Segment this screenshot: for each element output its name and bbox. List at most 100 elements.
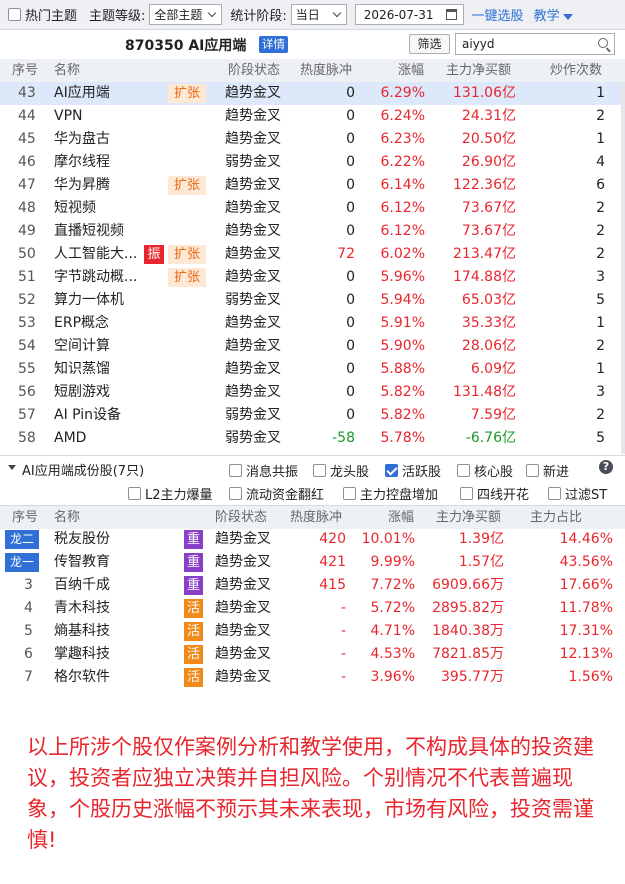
detail-button[interactable]: 详情 [259, 36, 288, 53]
stock-name[interactable]: 税友股份 [54, 528, 110, 551]
filter-button[interactable]: 筛选 [409, 34, 450, 54]
topic-name[interactable]: 短视频 [54, 197, 96, 220]
table-row[interactable]: 48 短视频 趋势金叉 0 6.12% 73.67亿 2 [0, 197, 625, 220]
checkbox[interactable] [457, 464, 470, 477]
stock-name[interactable]: 格尔软件 [54, 666, 110, 689]
topic-name[interactable]: 字节跳动概... [54, 266, 137, 289]
topics-scrollbar[interactable] [621, 82, 625, 454]
table-row[interactable]: 49 直播短视频 趋势金叉 0 6.12% 73.67亿 2 [0, 220, 625, 243]
teach-link[interactable]: 教学 [534, 5, 573, 24]
topic-name[interactable]: 华为昇腾 [54, 174, 110, 197]
stock-name[interactable]: 熵基科技 [54, 620, 110, 643]
topic-name[interactable]: AMD [54, 427, 86, 450]
checkbox[interactable] [229, 487, 242, 500]
filter-option[interactable]: 过滤ST [548, 484, 607, 503]
stage-status: 趋势金叉 [215, 600, 271, 616]
filter-option[interactable]: 新进 [526, 461, 569, 480]
col-header-ratio[interactable]: 主力占比 [530, 506, 582, 529]
table-row[interactable]: 43 AI应用端 扩张 趋势金叉 0 6.29% 131.06亿 1 [0, 82, 625, 105]
search-input[interactable]: aiyyd [455, 33, 615, 55]
col-header-name[interactable]: 名称 [54, 506, 80, 529]
col-header-change[interactable]: 涨幅 [388, 506, 414, 529]
help-icon[interactable]: ? [599, 460, 613, 474]
col-header-heat[interactable]: 热度脉冲 [300, 59, 352, 82]
table-row[interactable]: 54 空间计算 趋势金叉 0 5.90% 28.06亿 2 [0, 335, 625, 358]
filter-option[interactable]: 核心股 [457, 461, 513, 480]
filter-option[interactable]: 四线开花 [460, 484, 529, 503]
filter-option[interactable]: 流动资金翻红 [229, 484, 324, 503]
table-row[interactable]: 57 AI Pin设备 弱势金叉 0 5.82% 7.59亿 2 [0, 404, 625, 427]
topic-name[interactable]: 人工智能大... [54, 243, 137, 266]
filter-option[interactable]: 主力控盘增加 [343, 484, 438, 503]
key-stock-badge: 重 [184, 576, 203, 595]
topic-name[interactable]: VPN [54, 105, 83, 128]
stock-name[interactable]: 掌趣科技 [54, 643, 110, 666]
col-header-net-buy[interactable]: 主力净买额 [446, 59, 511, 82]
filter-option[interactable]: 活跃股 [385, 461, 441, 480]
topic-name[interactable]: 直播短视频 [54, 220, 124, 243]
checkbox[interactable] [526, 464, 539, 477]
table-row[interactable]: 58 AMD 弱势金叉 -58 5.78% -6.76亿 5 [0, 427, 625, 450]
topic-name[interactable]: AI应用端 [54, 82, 110, 105]
vibration-badge: 振 [144, 245, 164, 264]
table-row[interactable]: 龙二 税友股份 重趋势金叉 420 10.01% 1.39亿 14.46% [0, 528, 625, 551]
expand-badge: 扩张 [168, 176, 207, 195]
calendar-icon[interactable] [445, 9, 457, 20]
table-row[interactable]: 7 格尔软件 活趋势金叉 - 3.96% 395.77万 1.56% [0, 666, 625, 689]
col-header-status[interactable]: 阶段状态 [215, 506, 267, 529]
col-header-name[interactable]: 名称 [54, 59, 80, 82]
table-row[interactable]: 46 摩尔线程 弱势金叉 0 6.22% 26.90亿 4 [0, 151, 625, 174]
period-select[interactable]: 当日 [290, 4, 347, 25]
table-row[interactable]: 44 VPN 趋势金叉 0 6.24% 24.31亿 2 [0, 105, 625, 128]
table-row[interactable]: 4 青木科技 活趋势金叉 - 5.72% 2895.82万 11.78% [0, 597, 625, 620]
stock-name[interactable]: 传智教育 [54, 551, 110, 574]
checkbox[interactable] [548, 487, 561, 500]
table-row[interactable]: 51 字节跳动概... 扩张 趋势金叉 0 5.96% 174.88亿 3 [0, 266, 625, 289]
filter-option[interactable]: 龙头股 [313, 461, 369, 480]
table-row[interactable]: 6 掌趣科技 活趋势金叉 - 4.53% 7821.85万 12.13% [0, 643, 625, 666]
table-row[interactable]: 3 百纳千成 重趋势金叉 415 7.72% 6909.66万 17.66% [0, 574, 625, 597]
date-picker[interactable]: 2026-07-31 [354, 4, 464, 25]
table-row[interactable]: 50 人工智能大... 振扩张 趋势金叉 72 6.02% 213.47亿 2 [0, 243, 625, 266]
checkbox[interactable] [229, 464, 242, 477]
table-row[interactable]: 52 算力一体机 弱势金叉 0 5.94% 65.03亿 5 [0, 289, 625, 312]
topic-name[interactable]: AI Pin设备 [54, 404, 121, 427]
topic-name[interactable]: 知识蒸馏 [54, 358, 110, 381]
col-header-no[interactable]: 序号 [12, 59, 38, 82]
table-row[interactable]: 47 华为昇腾 扩张 趋势金叉 0 6.14% 122.36亿 6 [0, 174, 625, 197]
collapse-triangle-icon[interactable] [8, 465, 16, 470]
one-click-select-link[interactable]: 一键选股 [472, 5, 524, 24]
table-row[interactable]: 龙一 传智教育 重趋势金叉 421 9.99% 1.57亿 43.56% [0, 551, 625, 574]
heat-pulse: - [340, 669, 346, 685]
checkbox[interactable] [343, 487, 356, 500]
stock-name[interactable]: 百纳千成 [54, 574, 110, 597]
level-select[interactable]: 全部主题 [149, 4, 223, 25]
col-header-change[interactable]: 涨幅 [398, 59, 424, 82]
stock-name[interactable]: 青木科技 [54, 597, 110, 620]
topic-name[interactable]: 华为盘古 [54, 128, 110, 151]
checkbox[interactable] [385, 464, 398, 477]
checkbox[interactable] [460, 487, 473, 500]
table-row[interactable]: 55 知识蒸馏 趋势金叉 0 5.88% 6.09亿 1 [0, 358, 625, 381]
checkbox[interactable] [313, 464, 326, 477]
stage-status: 弱势金叉 [225, 292, 281, 308]
col-header-count[interactable]: 炒作次数 [550, 59, 602, 82]
col-header-net-buy[interactable]: 主力净买额 [436, 506, 501, 529]
col-header-no[interactable]: 序号 [12, 506, 38, 529]
topic-name[interactable]: 短剧游戏 [54, 381, 110, 404]
col-header-heat[interactable]: 热度脉冲 [290, 506, 342, 529]
hot-topic-checkbox[interactable] [8, 8, 21, 21]
topic-name[interactable]: ERP概念 [54, 312, 109, 335]
search-icon[interactable] [598, 38, 608, 48]
filter-option[interactable]: 消息共振 [229, 461, 298, 480]
table-row[interactable]: 56 短剧游戏 趋势金叉 0 5.82% 131.48亿 3 [0, 381, 625, 404]
topic-name[interactable]: 空间计算 [54, 335, 110, 358]
filter-option[interactable]: L2主力爆量 [128, 484, 213, 503]
topic-name[interactable]: 摩尔线程 [54, 151, 110, 174]
checkbox[interactable] [128, 487, 141, 500]
table-row[interactable]: 53 ERP概念 趋势金叉 0 5.91% 35.33亿 1 [0, 312, 625, 335]
topic-name[interactable]: 算力一体机 [54, 289, 124, 312]
table-row[interactable]: 45 华为盘古 趋势金叉 0 6.23% 20.50亿 1 [0, 128, 625, 151]
table-row[interactable]: 5 熵基科技 活趋势金叉 - 4.71% 1840.38万 17.31% [0, 620, 625, 643]
col-header-status[interactable]: 阶段状态 [228, 59, 280, 82]
